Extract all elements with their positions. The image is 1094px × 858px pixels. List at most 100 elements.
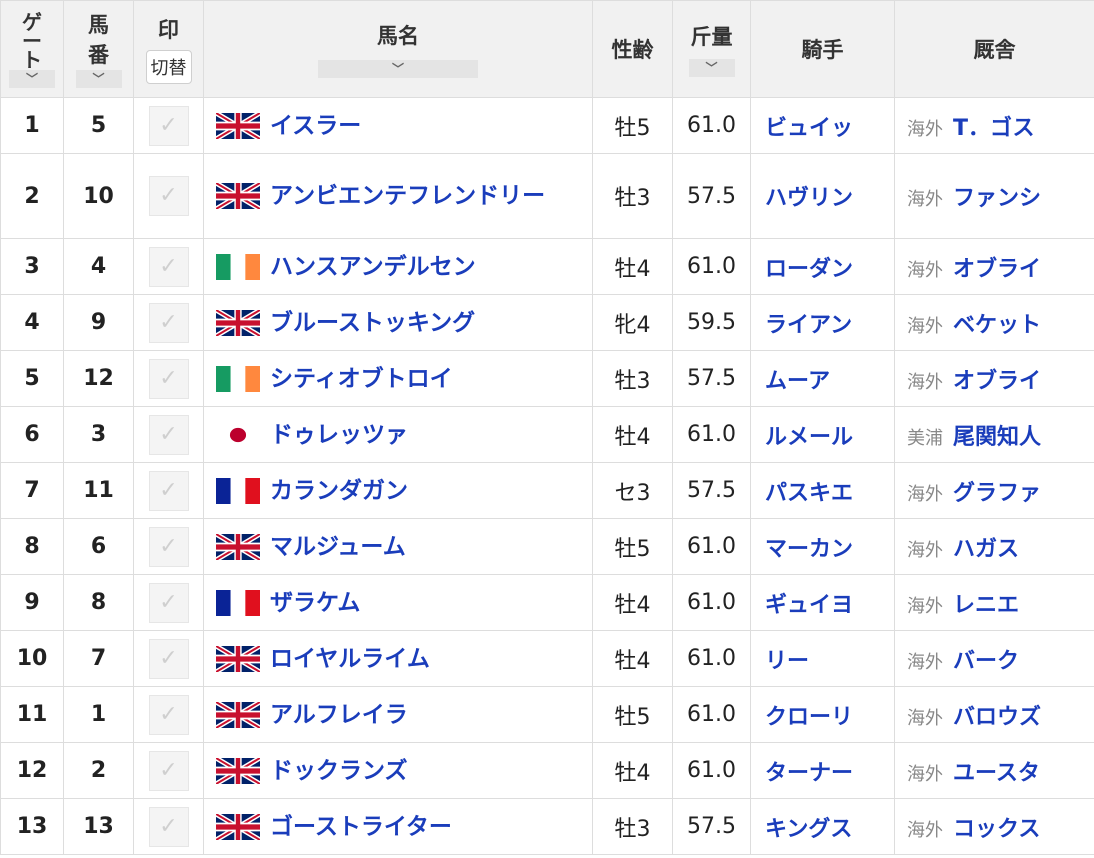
trainer-link[interactable]: コックス	[953, 817, 1040, 842]
horse-name-link[interactable]: ゴーストライター	[270, 812, 592, 842]
jockey-link[interactable]: ライアン	[750, 294, 895, 351]
uk-flag-icon	[215, 755, 261, 786]
horse-name-link[interactable]: カランダガン	[270, 476, 592, 506]
sex-age-cell: 牡5	[592, 97, 673, 154]
mark-cell: ✓	[133, 97, 204, 154]
horse-name-link[interactable]: ロイヤルライム	[270, 644, 592, 674]
trainer-link[interactable]: バロウズ	[953, 705, 1041, 730]
mark-checkbox[interactable]: ✓	[148, 358, 189, 399]
stable-cell: 海外 ファンシ	[894, 153, 1094, 239]
trainer-link[interactable]: オブライ	[953, 257, 1041, 282]
sex-age-cell: 牡4	[592, 238, 673, 295]
trainer-link[interactable]: レニエ	[953, 593, 1019, 618]
horse-number-cell: 4	[63, 238, 134, 295]
trainer-link[interactable]: グラファ	[953, 481, 1041, 506]
jockey-link[interactable]: リー	[750, 630, 895, 687]
stable-cell: 海外 オブライ	[894, 238, 1094, 295]
sex-age-cell: 牡4	[592, 574, 673, 631]
mark-checkbox[interactable]: ✓	[148, 105, 189, 146]
sex-age-cell: 牡3	[592, 798, 673, 855]
mark-checkbox[interactable]: ✓	[148, 638, 189, 679]
trainer-link[interactable]: ハガス	[953, 537, 1019, 562]
mark-checkbox[interactable]: ✓	[148, 750, 189, 791]
number-header-char-1: 馬	[88, 13, 109, 37]
stable-region: 海外	[907, 189, 943, 210]
mark-checkbox[interactable]: ✓	[148, 806, 189, 847]
mark-checkbox[interactable]: ✓	[148, 176, 189, 216]
sex-age-header-label: 性齢	[611, 38, 654, 62]
sex-age-cell: 牡4	[592, 630, 673, 687]
number-header[interactable]: 馬 番 ﹀	[63, 0, 134, 98]
horse-name-link[interactable]: シティオブトロイ	[270, 364, 592, 394]
weight-cell: 61.0	[672, 742, 751, 799]
horse-name-cell: ドックランズ	[203, 742, 593, 799]
horse-name-link[interactable]: マルジューム	[270, 532, 592, 562]
stable-region: 海外	[907, 118, 943, 140]
horse-name-cell: アルフレイラ	[203, 686, 593, 743]
mark-checkbox[interactable]: ✓	[148, 526, 189, 567]
jockey-link[interactable]: ローダン	[750, 238, 895, 295]
jockey-link[interactable]: ギュイヨ	[750, 574, 895, 631]
jockey-link[interactable]: マーカン	[750, 518, 895, 575]
horse-name-cell: マルジューム	[203, 518, 593, 575]
mark-cell: ✓	[133, 798, 204, 855]
gate-header[interactable]: ゲ ー ト ﹀	[0, 0, 64, 98]
weight-sort-icon[interactable]: ﹀	[688, 59, 735, 77]
mark-checkbox[interactable]: ✓	[148, 582, 189, 623]
horse-name-link[interactable]: ザラケム	[270, 588, 592, 618]
uk-flag-icon	[215, 811, 261, 842]
trainer-link[interactable]: ベケット	[953, 313, 1041, 338]
sex-age-header: 性齢	[592, 0, 673, 98]
horse-header[interactable]: 馬名 ﹀	[203, 0, 593, 98]
horse-name-link[interactable]: アルフレイラ	[270, 700, 592, 730]
mark-checkbox[interactable]: ✓	[148, 246, 189, 287]
stable-cell: 海外 レニエ	[894, 574, 1094, 631]
jockey-link[interactable]: ビュイッ	[750, 97, 895, 154]
horse-sort-icon[interactable]: ﹀	[318, 60, 478, 78]
jockey-link[interactable]: ハヴリン	[750, 153, 895, 239]
mark-checkbox[interactable]: ✓	[148, 470, 189, 511]
horse-name-link[interactable]: イスラー	[270, 111, 592, 141]
mark-checkbox[interactable]: ✓	[148, 302, 189, 343]
gate-header-char-3: ト	[22, 47, 42, 72]
gate-cell: 10	[0, 630, 64, 687]
stable-header: 厩舎	[894, 0, 1094, 98]
mark-checkbox[interactable]: ✓	[148, 694, 189, 735]
weight-header-label: 斤量	[690, 25, 733, 49]
trainer-link[interactable]: ファンシ	[953, 186, 1041, 211]
horse-name-link[interactable]: ハンスアンデルセン	[270, 252, 592, 282]
jockey-link[interactable]: ルメール	[750, 406, 895, 463]
mark-checkbox[interactable]: ✓	[148, 414, 189, 455]
weight-cell: 57.5	[672, 153, 751, 239]
horse-name-link[interactable]: アンビエンテフレンドリー	[270, 181, 592, 211]
jockey-link[interactable]: ターナー	[750, 742, 895, 799]
gate-sort-icon[interactable]: ﹀	[9, 69, 55, 88]
stable-cell: 海外 コックス	[894, 798, 1094, 855]
weight-header[interactable]: 斤量 ﹀	[672, 0, 751, 98]
jockey-link[interactable]: クローリ	[750, 686, 895, 743]
stable-region: 海外	[907, 763, 943, 785]
uk-flag-icon	[215, 643, 261, 674]
trainer-link[interactable]: オブライ	[953, 369, 1041, 394]
trainer-link[interactable]: 尾関知人	[953, 425, 1041, 450]
stable-cell: 海外 T．ゴス	[894, 97, 1094, 154]
mark-cell: ✓	[133, 406, 204, 463]
sex-age-cell: 牡4	[592, 742, 673, 799]
table-row: 9 8 ✓ ザラケム 牡4 61.0 ギュイヨ 海外 レニエ	[0, 574, 1094, 631]
trainer-link[interactable]: T．ゴス	[953, 116, 1034, 141]
table-row: 4 9 ✓ ブルーストッキング 牝4 59.5 ライアン 海外 ベケット	[0, 294, 1094, 351]
horse-name-link[interactable]: ドックランズ	[270, 756, 592, 786]
jockey-link[interactable]: キングス	[750, 798, 895, 855]
horse-name-link[interactable]: ブルーストッキング	[270, 308, 592, 338]
number-sort-icon[interactable]: ﹀	[75, 70, 122, 88]
stable-region: 海外	[907, 595, 943, 617]
mark-toggle-button[interactable]: 切替	[145, 50, 192, 84]
horse-name-link[interactable]: ドゥレッツァ	[270, 420, 592, 450]
table-row: 10 7 ✓ ロイヤルライム 牡4 61.0 リー 海外 バーク	[0, 630, 1094, 687]
jockey-link[interactable]: パスキエ	[750, 462, 895, 519]
jockey-link[interactable]: ムーア	[750, 350, 895, 407]
mark-cell: ✓	[133, 574, 204, 631]
trainer-link[interactable]: バーク	[953, 649, 1019, 674]
horse-number-cell: 13	[63, 798, 134, 855]
trainer-link[interactable]: ユースタ	[953, 761, 1040, 786]
